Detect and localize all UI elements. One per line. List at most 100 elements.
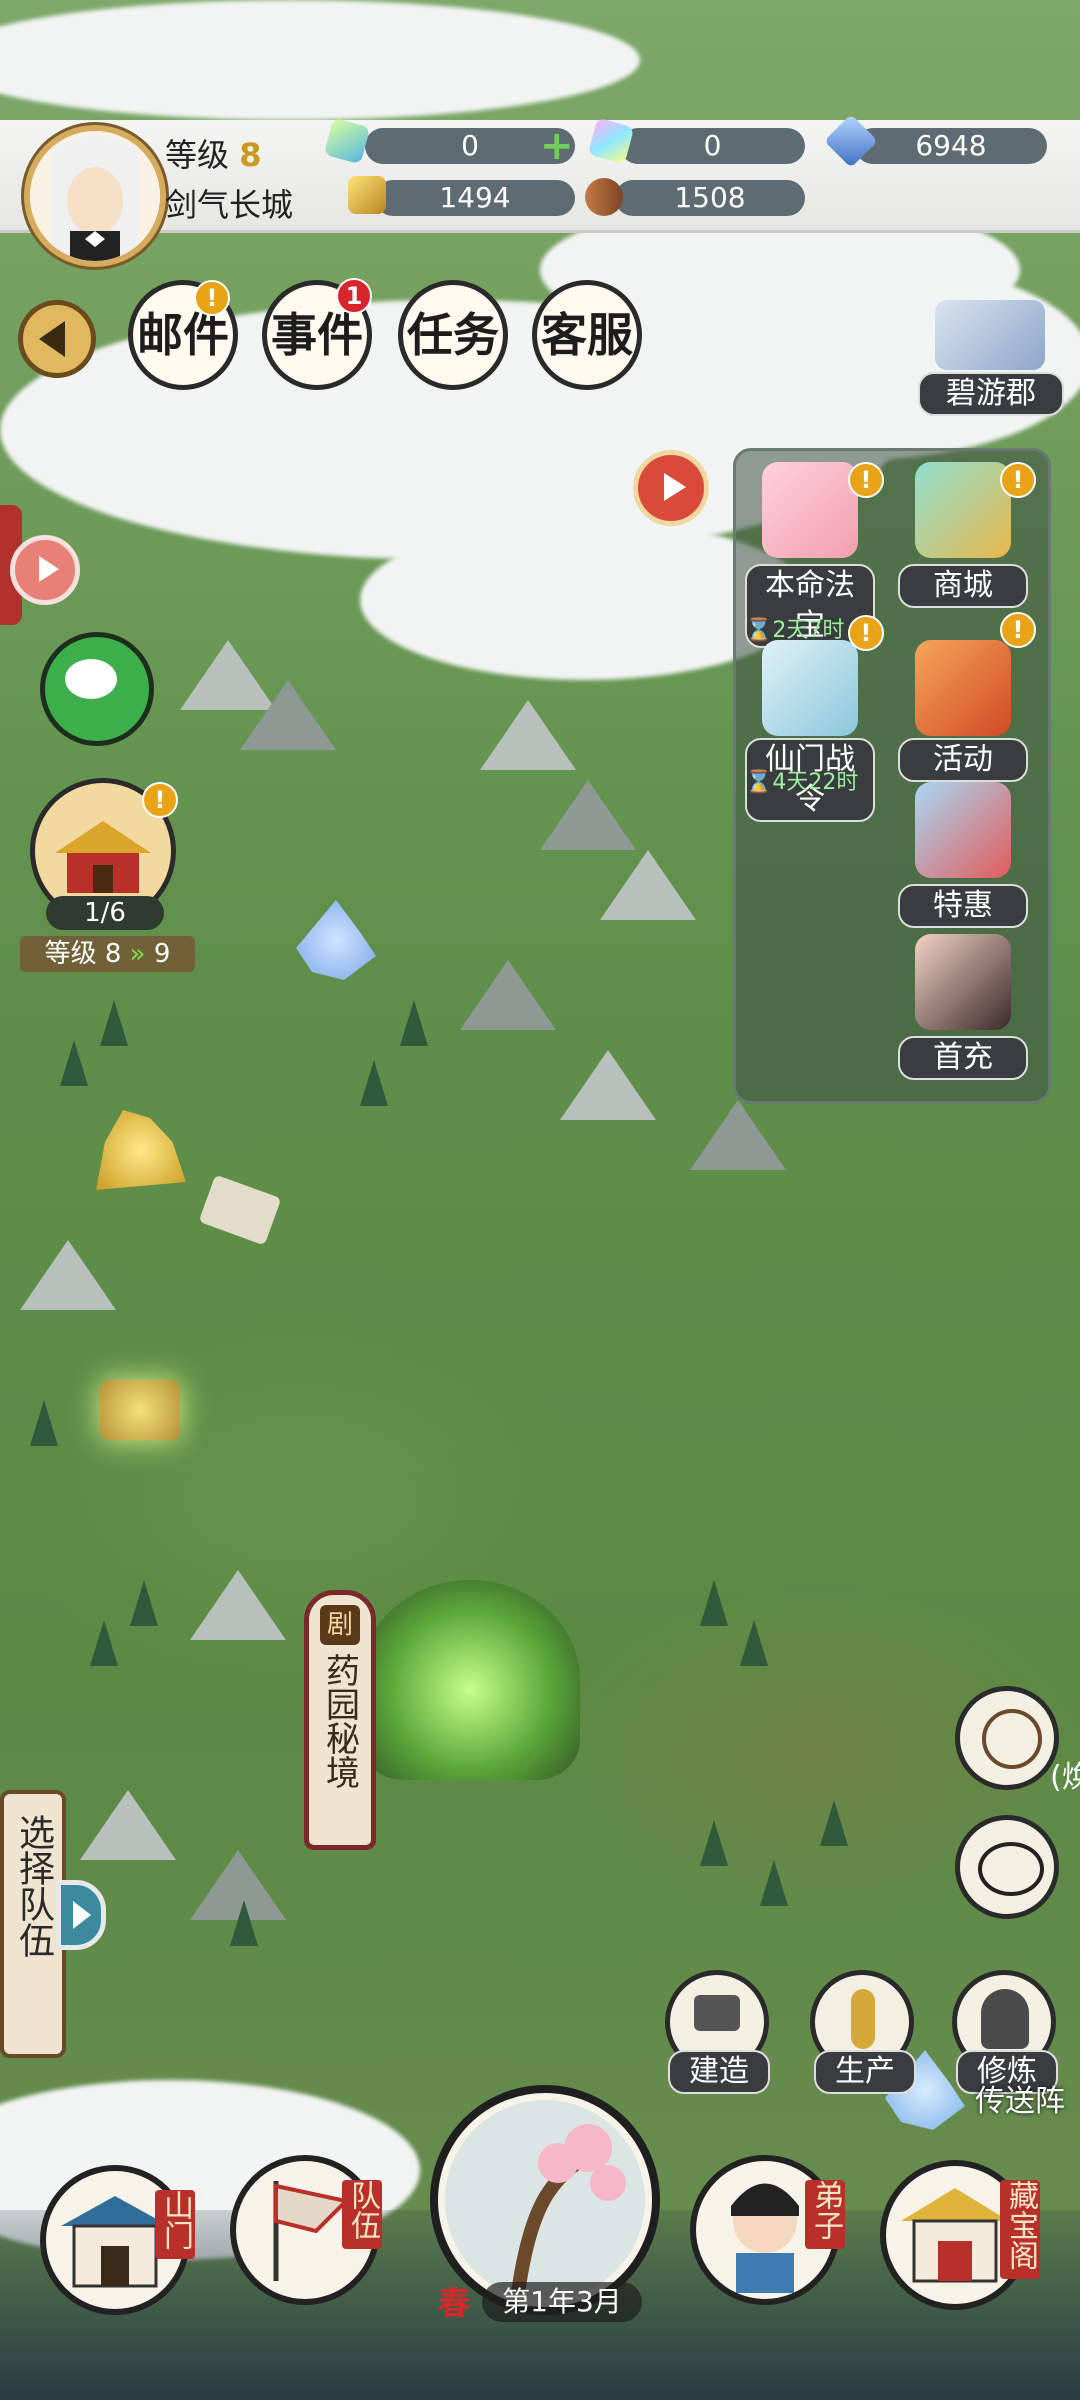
net-icon xyxy=(982,1709,1042,1769)
nav-label: 弟子 xyxy=(808,2180,843,2240)
side-drawer-button[interactable] xyxy=(10,535,80,605)
play-icon xyxy=(39,556,59,582)
special-offer-icon xyxy=(915,782,1011,878)
tree xyxy=(60,1040,88,1086)
resource-wood[interactable]: 1508 xyxy=(615,180,805,216)
tree xyxy=(230,1900,258,1946)
back-button[interactable] xyxy=(18,300,96,378)
partial-label: (焕 xyxy=(1050,1760,1080,1795)
produce-label: 生产 xyxy=(814,2050,916,2094)
panel-item-label: 首充 xyxy=(898,1036,1028,1080)
gold-ore-node[interactable] xyxy=(96,1110,186,1190)
tasks-button[interactable]: 任务 xyxy=(398,280,508,390)
nav-label: 队伍 xyxy=(345,2180,380,2240)
sect-progress-value: 1/6 xyxy=(84,898,126,928)
level-label: 等级 xyxy=(165,136,230,174)
mountain xyxy=(560,1050,656,1120)
alert-badge: ! xyxy=(1000,462,1036,498)
panel-item-label: 活动 xyxy=(898,738,1028,782)
resource-value: 0 xyxy=(703,129,722,162)
mountain xyxy=(190,1570,286,1640)
level-value: 8 xyxy=(239,136,262,174)
net-button[interactable] xyxy=(955,1686,1059,1790)
scroll-node[interactable] xyxy=(198,1174,282,1246)
sect-progress: 1/6 xyxy=(46,896,164,930)
timer: ⌛4天22时 xyxy=(745,770,859,795)
game-date: 第1年3月 xyxy=(482,2282,642,2322)
mountain xyxy=(80,1790,176,1860)
wechat-button[interactable] xyxy=(40,632,154,746)
gold-ore-icon xyxy=(348,176,386,214)
mountain xyxy=(690,1100,786,1170)
season-name: 春 xyxy=(438,2284,471,2322)
nav-treasury-label: 藏宝阁 xyxy=(1000,2180,1040,2279)
herb-garden-portal[interactable] xyxy=(360,1580,580,1780)
resource-value: 1494 xyxy=(439,181,511,214)
fox-girl-icon xyxy=(762,462,858,558)
resource-blue-gem[interactable]: 6948 xyxy=(855,128,1047,164)
alert-badge: ! xyxy=(848,462,884,498)
hammer-icon xyxy=(694,1995,740,2031)
player-name: 剑气长城 xyxy=(165,186,294,224)
portrait-icon xyxy=(30,131,160,261)
events-count-badge: 1 xyxy=(336,278,372,314)
expand-team-button[interactable] xyxy=(56,1880,106,1950)
arrow-right-icon: » xyxy=(129,939,146,969)
lantern-icon xyxy=(915,640,1011,736)
panel-item-special-offer[interactable]: 特惠 xyxy=(898,782,1028,928)
tree xyxy=(700,1580,728,1626)
tree xyxy=(400,1000,428,1046)
cherry-blossom-icon xyxy=(445,2100,645,2300)
tree xyxy=(820,1800,848,1846)
sect-level-label: 等级 xyxy=(44,939,97,969)
tasks-label: 任务 xyxy=(407,308,499,362)
battle-pass-icon xyxy=(762,640,858,736)
resource-value: 0 xyxy=(461,129,479,162)
tree xyxy=(130,1580,158,1626)
wheat-icon xyxy=(851,1989,875,2049)
play-icon xyxy=(664,473,686,501)
mountain xyxy=(460,960,556,1030)
blue-crystal-node[interactable] xyxy=(296,900,376,980)
resource-rainbow-crystal[interactable]: 0 xyxy=(620,128,805,164)
player-avatar[interactable] xyxy=(24,125,166,267)
mountain xyxy=(480,700,576,770)
panel-item-first-recharge[interactable]: 首充 xyxy=(898,934,1028,1080)
region-name[interactable]: 碧游郡 xyxy=(918,372,1064,416)
chat-bubble-icon xyxy=(978,1842,1044,1896)
sect-level: 等级 8 » 9 xyxy=(20,936,195,972)
herb-garden-label: 药园秘境 xyxy=(319,1653,360,1789)
add-crystal-button[interactable]: + xyxy=(540,126,574,166)
tree xyxy=(760,1860,788,1906)
resource-value: 1508 xyxy=(674,181,746,214)
teleport-label[interactable]: 传送阵 xyxy=(975,2076,1065,2120)
monk-icon xyxy=(981,1989,1029,2049)
timer-value: 4天22时 xyxy=(772,770,859,795)
arrow-left-icon xyxy=(39,321,65,357)
resource-gold[interactable]: 1494 xyxy=(375,180,575,216)
expand-panel-button[interactable] xyxy=(633,450,709,526)
first-recharge-icon xyxy=(915,934,1011,1030)
tree xyxy=(90,1620,118,1666)
wood-node[interactable] xyxy=(100,1380,180,1440)
chat-button[interactable] xyxy=(955,1815,1059,1919)
mountain xyxy=(20,1240,116,1310)
nav-disciples-label: 弟子 xyxy=(805,2180,845,2249)
nav-sect-gate-label: 山门 xyxy=(155,2190,195,2259)
herb-garden-sign[interactable]: 剧 药园秘境 xyxy=(304,1590,376,1850)
shop-icon xyxy=(915,462,1011,558)
mountain xyxy=(600,850,696,920)
support-button[interactable]: 客服 xyxy=(532,280,642,390)
sect-level-to: 9 xyxy=(153,939,171,969)
cloud xyxy=(0,0,640,120)
mail-alert-badge: ! xyxy=(194,280,230,316)
tree xyxy=(360,1060,388,1106)
alert-badge: ! xyxy=(848,615,884,651)
map-scroll-icon[interactable] xyxy=(935,300,1045,370)
player-level: 等级 8 xyxy=(165,130,261,176)
sign-tag: 剧 xyxy=(320,1605,360,1645)
nav-team-label: 队伍 xyxy=(342,2180,382,2249)
panel-item-label: 商城 xyxy=(898,564,1028,608)
nav-label: 藏宝阁 xyxy=(1003,2180,1038,2270)
support-label: 客服 xyxy=(541,308,633,362)
